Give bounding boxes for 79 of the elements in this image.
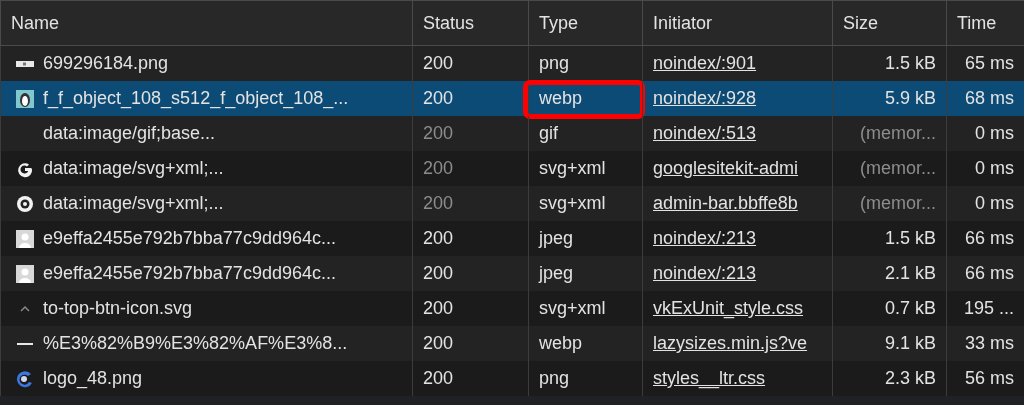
size-value: 1.5 kB	[884, 53, 936, 74]
size-value: (memor...	[860, 158, 936, 179]
file-name: f_f_object_108_s512_f_object_108_...	[43, 88, 349, 109]
status-code: 200	[423, 333, 454, 354]
status-code: 200	[423, 368, 454, 389]
resource-type: webp	[539, 333, 583, 354]
file-name: %E3%82%B9%E3%82%AF%E3%8...	[43, 333, 348, 354]
initiator-link[interactable]: vkExUnit_style.css	[653, 298, 804, 319]
request-row[interactable]: f_f_object_108_s512_f_object_108_... 200 webp noindex/:928 5.9 kB 68 ms	[0, 81, 1024, 116]
logo-icon	[15, 368, 35, 389]
time-value: 0 ms	[975, 193, 1014, 214]
size-value: 2.1 kB	[884, 263, 936, 284]
initiator-link[interactable]: styles__ltr.css	[653, 368, 766, 389]
status-code: 200	[423, 298, 454, 319]
initiator-link[interactable]: googlesitekit-admi	[653, 158, 799, 179]
type-header[interactable]: Type	[528, 1, 642, 45]
status-code: 200	[423, 123, 454, 144]
gear-icon	[15, 193, 35, 214]
file-name: 699296184.png	[43, 53, 169, 74]
person-icon	[15, 228, 35, 249]
time-value: 0 ms	[975, 158, 1014, 179]
initiator-link[interactable]: noindex/:513	[653, 123, 757, 144]
initiator-header[interactable]: Initiator	[642, 1, 832, 45]
initiator-link[interactable]: noindex/:213	[653, 263, 757, 284]
file-name: e9effa2455e792b7bba77c9dd964c...	[43, 263, 336, 284]
time-value: 65 ms	[964, 53, 1014, 74]
file-name: e9effa2455e792b7bba77c9dd964c...	[43, 228, 336, 249]
size-value: 9.1 kB	[884, 333, 936, 354]
status-code: 200	[423, 193, 454, 214]
time-value: 56 ms	[964, 368, 1014, 389]
status-code: 200	[423, 158, 454, 179]
resource-type: jpeg	[539, 228, 574, 249]
file-name: data:image/svg+xml;...	[43, 158, 224, 179]
resource-type: webp	[539, 88, 583, 109]
size-header[interactable]: Size	[832, 1, 946, 45]
resource-type: png	[539, 368, 570, 389]
status-code: 200	[423, 53, 454, 74]
size-value: (memor...	[860, 193, 936, 214]
name-header[interactable]: Name	[0, 1, 412, 45]
time-value: 66 ms	[964, 263, 1014, 284]
file-name: data:image/gif;base...	[43, 123, 216, 144]
file-name: data:image/svg+xml;...	[43, 193, 224, 214]
initiator-link[interactable]: noindex/:901	[653, 53, 757, 74]
initiator-link[interactable]: noindex/:213	[653, 228, 757, 249]
resource-type: gif	[539, 123, 558, 144]
image-icon	[16, 60, 34, 67]
resource-type: svg+xml	[539, 193, 606, 214]
status-code: 200	[423, 88, 454, 109]
status-header[interactable]: Status	[412, 1, 528, 45]
request-row[interactable]: data:image/svg+xml;... 200 svg+xml googlesitekit-admi (memor... 0 ms	[0, 151, 1024, 186]
request-row[interactable]: to-top-btn-icon.svg 200 svg+xml vkExUnit_style.css 0.7 kB 195 ...	[0, 291, 1024, 326]
request-row[interactable]: logo_48.png 200 png styles__ltr.css 2.3 kB 56 ms	[0, 361, 1024, 396]
size-value: 0.7 kB	[884, 298, 936, 319]
size-value: 5.9 kB	[884, 88, 936, 109]
size-value: 1.5 kB	[884, 228, 936, 249]
size-value: 2.3 kB	[884, 368, 936, 389]
initiator-link[interactable]: lazysizes.min.js?ve	[653, 333, 808, 354]
time-value: 0 ms	[975, 123, 1014, 144]
initiator-link[interactable]: noindex/:928	[653, 88, 757, 109]
initiator-link[interactable]: admin-bar.bbffe8b	[653, 193, 798, 214]
time-value: 68 ms	[964, 88, 1014, 109]
time-header[interactable]: Time	[946, 1, 1024, 45]
time-value: 195 ...	[963, 298, 1014, 319]
time-value: 66 ms	[964, 228, 1014, 249]
size-value: (memor...	[860, 123, 936, 144]
status-code: 200	[423, 228, 454, 249]
resource-type: svg+xml	[539, 158, 606, 179]
resource-type: jpeg	[539, 263, 574, 284]
caret-icon	[20, 305, 30, 312]
file-name: logo_48.png	[43, 368, 143, 389]
dash-icon	[17, 342, 33, 345]
person-icon	[15, 263, 35, 284]
time-value: 33 ms	[964, 333, 1014, 354]
file-name: to-top-btn-icon.svg	[43, 298, 193, 319]
penguin-icon	[15, 88, 35, 109]
status-code: 200	[423, 263, 454, 284]
resource-type: svg+xml	[539, 298, 606, 319]
resource-type: png	[539, 53, 570, 74]
request-row[interactable]: e9effa2455e792b7bba77c9dd964c... 200 jpeg noindex/:213 1.5 kB 66 ms	[0, 221, 1024, 256]
